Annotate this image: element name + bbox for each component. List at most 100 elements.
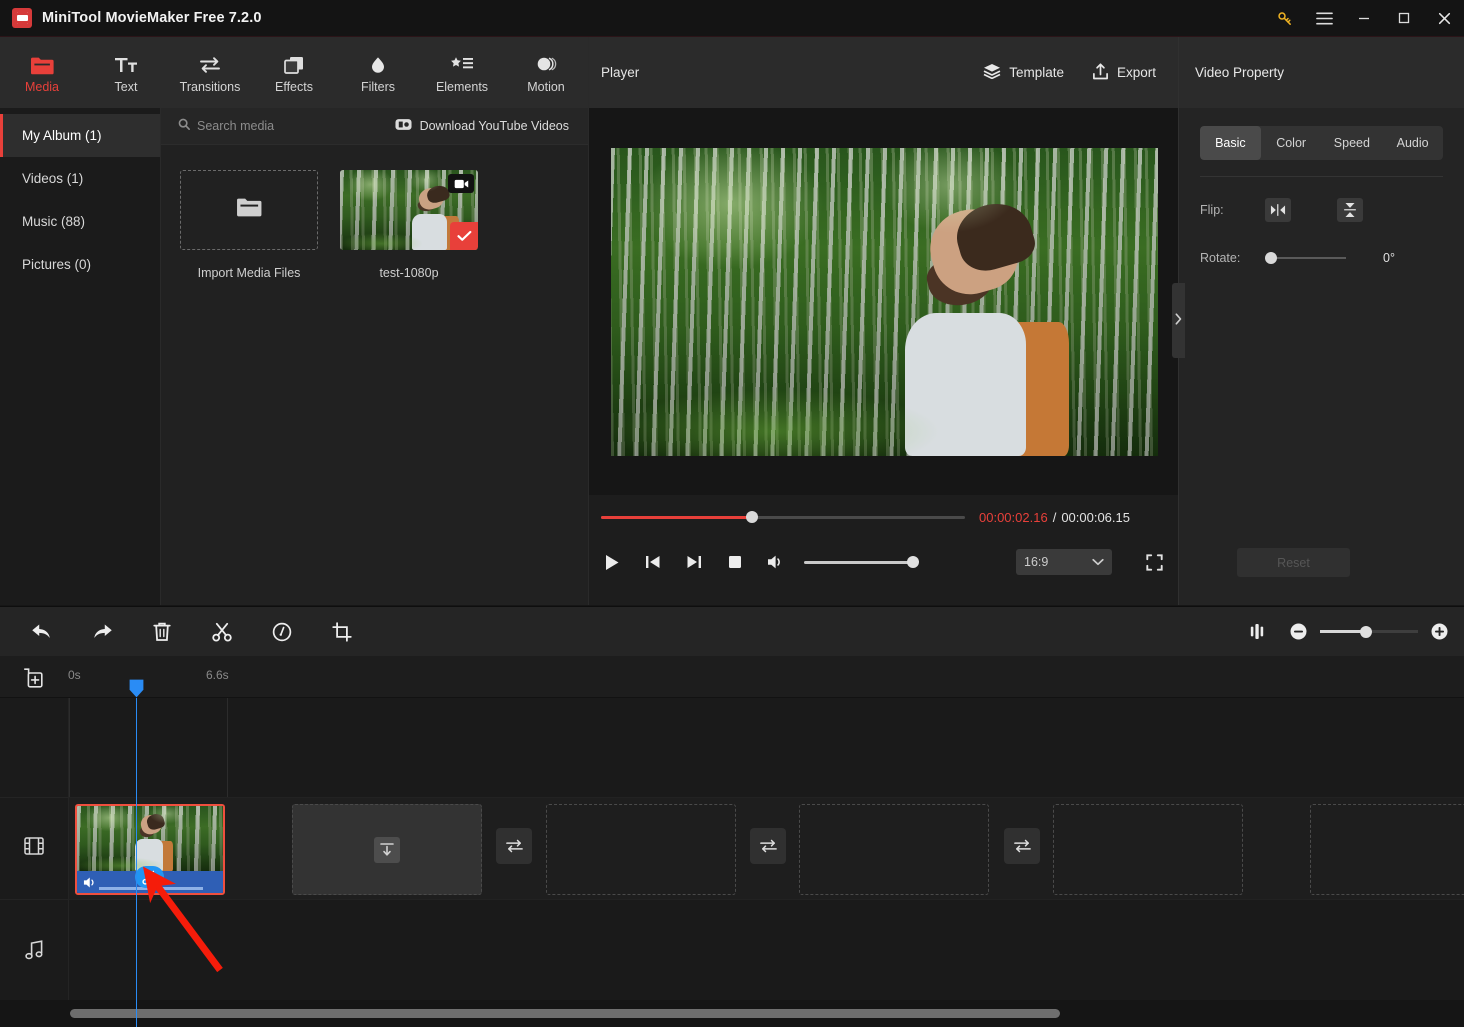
- tab-media[interactable]: Media: [0, 37, 84, 108]
- album-label: My Album (1): [22, 128, 102, 143]
- delete-button[interactable]: [142, 612, 182, 652]
- previous-frame-button[interactable]: [642, 551, 664, 573]
- property-tabs: Basic Color Speed Audio: [1200, 126, 1443, 160]
- zoom-out-button[interactable]: [1290, 623, 1307, 640]
- player-header: Player Template Export: [589, 37, 1178, 108]
- search-box[interactable]: [178, 117, 347, 135]
- rotate-handle[interactable]: [1265, 252, 1277, 264]
- volume-handle[interactable]: [907, 556, 919, 568]
- menu-icon[interactable]: [1304, 0, 1344, 37]
- zoom-slider[interactable]: [1320, 625, 1418, 638]
- fit-to-screen-button[interactable]: [1237, 612, 1277, 652]
- zoom-in-button[interactable]: [1431, 623, 1448, 640]
- timeline-scrollbar[interactable]: [0, 1000, 1464, 1027]
- undo-button[interactable]: [22, 612, 62, 652]
- album-item-pictures[interactable]: Pictures (0): [0, 243, 160, 286]
- transition-button[interactable]: [1004, 828, 1040, 864]
- export-button[interactable]: Export: [1092, 62, 1156, 83]
- tab-speed[interactable]: Speed: [1322, 126, 1383, 160]
- maximize-icon[interactable]: [1384, 0, 1424, 37]
- import-media-cell: Import Media Files: [180, 170, 318, 280]
- video-type-icon: [448, 174, 474, 193]
- playhead-line: [136, 698, 137, 1027]
- add-track-button[interactable]: [22, 667, 44, 689]
- player-stage: [589, 108, 1179, 495]
- split-button[interactable]: [202, 612, 242, 652]
- video-clip[interactable]: [75, 804, 225, 895]
- search-icon: [178, 117, 190, 135]
- motion-icon: [534, 51, 558, 75]
- placeholder-slot[interactable]: [546, 804, 736, 895]
- next-frame-button[interactable]: [683, 551, 705, 573]
- tab-transitions[interactable]: Transitions: [168, 37, 252, 108]
- property-title: Video Property: [1195, 65, 1285, 80]
- timeline-zoom-controls: [1237, 612, 1448, 652]
- window-controls: [1264, 0, 1464, 36]
- clip-thumbnail: [77, 806, 223, 871]
- tab-basic[interactable]: Basic: [1200, 126, 1261, 160]
- tab-audio[interactable]: Audio: [1382, 126, 1443, 160]
- media-thumbnail[interactable]: [340, 170, 478, 250]
- tab-filters[interactable]: Filters: [336, 37, 420, 108]
- flip-horizontal-button[interactable]: [1265, 198, 1291, 222]
- import-media-label: Import Media Files: [197, 266, 301, 280]
- placeholder-slot[interactable]: [292, 804, 482, 895]
- album-item-music[interactable]: Music (88): [0, 200, 160, 243]
- close-icon[interactable]: [1424, 0, 1464, 37]
- crop-button[interactable]: [322, 612, 362, 652]
- tab-elements[interactable]: Elements: [420, 37, 504, 108]
- tab-text[interactable]: Text: [84, 37, 168, 108]
- placeholder-slot[interactable]: [1053, 804, 1243, 895]
- player-transport: 00:00:02.16 / 00:00:06.15 16:9: [589, 495, 1179, 605]
- import-media-button[interactable]: [180, 170, 318, 250]
- redo-button[interactable]: [82, 612, 122, 652]
- video-track-row[interactable]: [69, 798, 1464, 900]
- stop-button[interactable]: [724, 551, 746, 573]
- album-list: My Album (1) Videos (1) Music (88) Pictu…: [0, 108, 161, 605]
- rotate-slider[interactable]: [1265, 252, 1346, 264]
- timeline-scrollbar-thumb[interactable]: [70, 1009, 1060, 1018]
- minimize-icon[interactable]: [1344, 0, 1384, 37]
- export-icon: [1092, 62, 1109, 83]
- seek-handle[interactable]: [746, 511, 758, 523]
- reset-button[interactable]: Reset: [1237, 548, 1350, 577]
- album-item-my-album[interactable]: My Album (1): [0, 114, 160, 157]
- playhead-handle[interactable]: [129, 679, 144, 698]
- tab-effects[interactable]: Effects: [252, 37, 336, 108]
- speed-button[interactable]: [262, 612, 302, 652]
- tab-elements-label: Elements: [435, 80, 489, 94]
- placeholder-slot[interactable]: [1310, 804, 1464, 895]
- effects-track-row[interactable]: [69, 698, 1464, 798]
- placeholder-slot[interactable]: [799, 804, 989, 895]
- tab-motion[interactable]: Motion: [504, 37, 588, 108]
- collapse-panel-handle[interactable]: [1172, 283, 1185, 358]
- tool-tabs: Media Text Transitions Effects Filters E…: [0, 37, 588, 108]
- fullscreen-button[interactable]: [1141, 549, 1167, 575]
- clip-split-button[interactable]: [135, 866, 164, 888]
- transition-button[interactable]: [750, 828, 786, 864]
- flip-label: Flip:: [1200, 203, 1224, 217]
- template-button[interactable]: Template: [983, 63, 1064, 83]
- tab-color[interactable]: Color: [1261, 126, 1322, 160]
- download-youtube-button[interactable]: Download YouTube Videos: [395, 118, 569, 134]
- flip-vertical-button[interactable]: [1337, 198, 1363, 222]
- timeline-ruler[interactable]: 0s 6.6s: [0, 656, 1464, 698]
- volume-button[interactable]: [765, 551, 787, 573]
- album-item-videos[interactable]: Videos (1): [0, 157, 160, 200]
- zoom-handle[interactable]: [1360, 625, 1372, 638]
- volume-slider[interactable]: [804, 556, 919, 568]
- aspect-ratio-select[interactable]: 16:9: [1016, 549, 1112, 575]
- tab-effects-label: Effects: [275, 80, 313, 94]
- video-preview[interactable]: [610, 147, 1158, 456]
- key-icon[interactable]: [1264, 0, 1304, 37]
- seek-bar[interactable]: [601, 511, 965, 523]
- clip-mute-icon[interactable]: [83, 876, 98, 889]
- play-button[interactable]: [601, 551, 623, 573]
- search-input[interactable]: [197, 119, 347, 133]
- youtube-icon: [395, 118, 412, 134]
- chevron-down-icon: [1092, 555, 1104, 569]
- drop-media-icon: [374, 836, 400, 863]
- transition-button[interactable]: [496, 828, 532, 864]
- audio-track-row[interactable]: [69, 900, 1464, 1004]
- timeline-tools: [22, 612, 362, 652]
